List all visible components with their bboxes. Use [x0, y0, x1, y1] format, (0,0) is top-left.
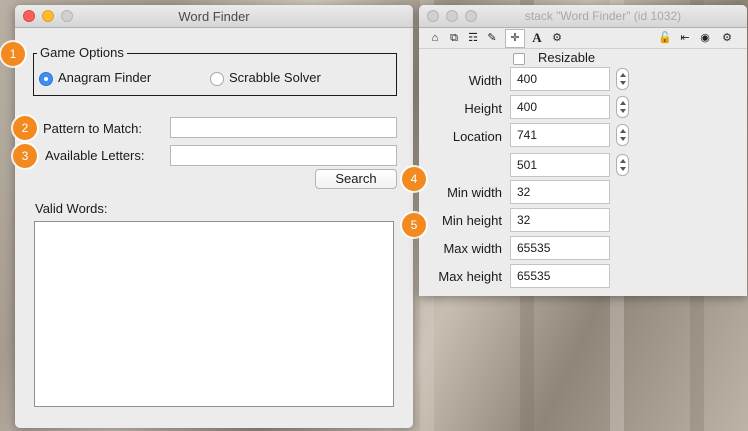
callout-badge-4: 4	[402, 167, 426, 191]
move-icon[interactable]: ✛	[505, 29, 525, 48]
text-icon[interactable]: A	[529, 30, 545, 46]
scrabble-solver-label[interactable]: Scrabble Solver	[229, 70, 321, 85]
max-width-label: Max width	[443, 241, 502, 256]
location-x-field[interactable]: 741	[510, 123, 610, 147]
width-label: Width	[468, 73, 502, 88]
window-title: Word Finder	[178, 9, 250, 24]
min-height-field[interactable]: 32	[510, 208, 610, 232]
location-x-stepper[interactable]	[616, 124, 629, 146]
max-width-field[interactable]: 65535	[510, 236, 610, 260]
height-stepper[interactable]	[616, 96, 629, 118]
lock-icon[interactable]: 🔓	[657, 30, 673, 46]
min-width-field[interactable]: 32	[510, 180, 610, 204]
target-icon[interactable]: ◉	[697, 30, 713, 46]
anagram-finder-radio[interactable]	[39, 72, 53, 86]
scrabble-solver-radio[interactable]	[210, 72, 224, 86]
inspector-toolbar: ⌂ ⧉ ☶ ✎ ✛ A ⚙ 🔓 ⇤ ◉ ⚙	[419, 28, 747, 49]
home-icon[interactable]: ⌂	[427, 30, 443, 46]
valid-words-label: Valid Words:	[35, 201, 108, 216]
available-letters-label: Available Letters:	[45, 148, 145, 163]
inspector-title: stack "Word Finder" (id 1032)	[524, 9, 682, 23]
close-window-button[interactable]	[427, 10, 439, 22]
pattern-input[interactable]	[170, 117, 397, 138]
max-height-label: Max height	[438, 269, 502, 284]
settings-icon[interactable]: ⚙	[719, 30, 735, 46]
pencil-icon[interactable]: ✎	[484, 30, 500, 46]
location-label: Location	[452, 129, 502, 144]
height-label: Height	[464, 101, 502, 116]
search-button[interactable]: Search	[315, 169, 397, 189]
copy-icon[interactable]: ⧉	[446, 30, 462, 46]
resizable-label[interactable]: Resizable	[538, 50, 595, 65]
callout-badge-2: 2	[13, 116, 37, 140]
title-bar[interactable]: Word Finder	[15, 5, 413, 28]
max-height-field[interactable]: 65535	[510, 264, 610, 288]
inspector-title-bar[interactable]: stack "Word Finder" (id 1032)	[419, 5, 747, 28]
height-field[interactable]: 400	[510, 95, 610, 119]
location-y-field[interactable]: 501	[510, 153, 610, 177]
database-icon[interactable]: ☶	[465, 30, 481, 46]
pattern-label: Pattern to Match:	[43, 121, 142, 136]
anagram-finder-label[interactable]: Anagram Finder	[58, 70, 151, 85]
min-width-label: Min width	[447, 185, 502, 200]
callout-badge-1: 1	[1, 42, 25, 66]
width-field[interactable]: 400	[510, 67, 610, 91]
gears-icon[interactable]: ⚙	[549, 30, 565, 46]
exit-icon[interactable]: ⇤	[677, 30, 693, 46]
width-stepper[interactable]	[616, 68, 629, 90]
min-height-label: Min height	[442, 213, 502, 228]
available-letters-input[interactable]	[170, 145, 397, 166]
minimize-window-button[interactable]	[446, 10, 458, 22]
callout-badge-3: 3	[13, 144, 37, 168]
valid-words-list[interactable]	[34, 221, 394, 407]
resizable-checkbox[interactable]	[513, 53, 525, 65]
game-options-legend: Game Options	[37, 45, 127, 60]
inspector-window: stack "Word Finder" (id 1032) ⌂ ⧉ ☶ ✎ ✛ …	[419, 5, 747, 296]
word-finder-window: Word Finder Game Options Anagram Finder …	[15, 5, 413, 428]
location-y-stepper[interactable]	[616, 154, 629, 176]
callout-badge-5: 5	[402, 213, 426, 237]
